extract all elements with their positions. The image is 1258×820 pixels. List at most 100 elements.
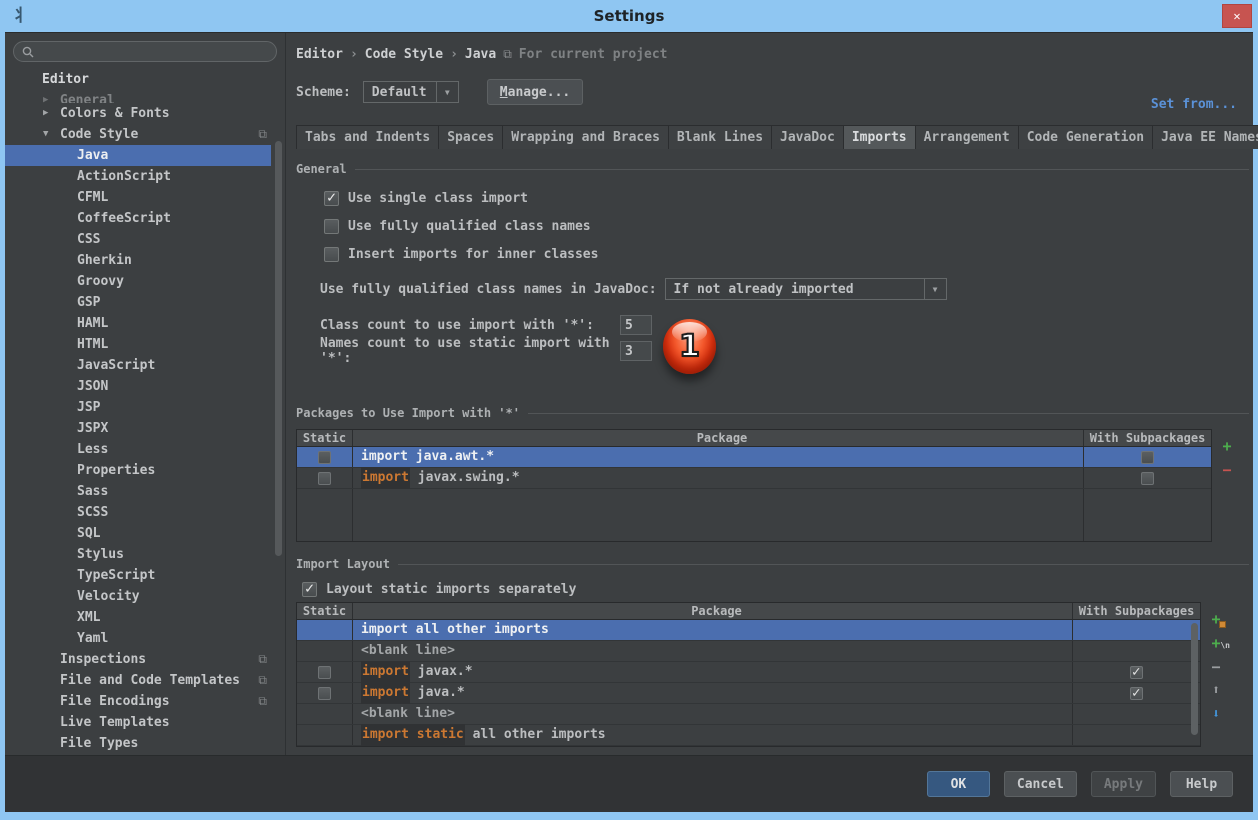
checkbox-unchecked-icon[interactable]	[1141, 451, 1154, 464]
tab-java-ee-names[interactable]: Java EE Names	[1153, 125, 1258, 149]
sidebar-item-json[interactable]: JSON	[5, 376, 285, 397]
table-row[interactable]: import javax.swing.*	[297, 468, 1211, 489]
table-row[interactable]: import java.awt.*	[297, 447, 1211, 468]
sidebar-scrollbar[interactable]	[275, 141, 282, 556]
sidebar-item-live-templates[interactable]: Live Templates	[5, 712, 285, 733]
names-count-field[interactable]	[620, 341, 652, 361]
checkbox-unchecked-icon[interactable]	[324, 219, 339, 234]
checkbox-unchecked-icon[interactable]	[318, 472, 331, 485]
sidebar-item-actionscript[interactable]: ActionScript	[5, 166, 285, 187]
column-header-static[interactable]: Static	[297, 430, 353, 446]
remove-icon[interactable]: −	[1219, 462, 1235, 478]
column-header-with-subpackages[interactable]: With Subpackages	[1084, 430, 1211, 446]
table-row[interactable]: import static all other imports	[297, 725, 1200, 746]
scheme-dropdown[interactable]: Default ▼	[363, 81, 459, 103]
manage-button[interactable]: Manage...	[487, 79, 583, 105]
close-window-button[interactable]: ✕	[1222, 4, 1252, 28]
checkbox-checked-icon[interactable]	[302, 582, 317, 597]
tab-wrapping-and-braces[interactable]: Wrapping and Braces	[503, 125, 669, 149]
table-row[interactable]: <blank line>	[297, 641, 1200, 662]
sidebar-item-coffeescript[interactable]: CoffeeScript	[5, 208, 285, 229]
sidebar-item-typescript[interactable]: TypeScript	[5, 565, 285, 586]
add-blank-line-icon[interactable]: +\n	[1208, 635, 1224, 651]
search-input[interactable]	[39, 44, 268, 59]
help-button[interactable]: Help	[1170, 771, 1233, 797]
sidebar-item-cfml[interactable]: CFML	[5, 187, 285, 208]
breadcrumb-editor[interactable]: Editor	[296, 47, 343, 62]
sidebar-item-inspections[interactable]: Inspections⧉	[5, 649, 285, 670]
search-box[interactable]	[13, 41, 277, 62]
move-up-icon[interactable]: ⬆	[1208, 683, 1224, 699]
tab-code-generation[interactable]: Code Generation	[1019, 125, 1153, 149]
sidebar-item-file-encodings[interactable]: File Encodings⧉	[5, 691, 285, 712]
sidebar-item-code-style[interactable]: ▼Code Style⧉	[5, 124, 285, 145]
static-cell	[297, 468, 353, 488]
sidebar-item-javascript[interactable]: JavaScript	[5, 355, 285, 376]
tab-arrangement[interactable]: Arrangement	[916, 125, 1019, 149]
ok-button[interactable]: OK	[927, 771, 990, 797]
tab-imports[interactable]: Imports	[844, 125, 916, 149]
sidebar-item-general[interactable]: ▶ General	[5, 90, 285, 103]
checkbox-unchecked-icon[interactable]	[318, 666, 331, 679]
sidebar-item-yaml[interactable]: Yaml	[5, 628, 285, 649]
column-header-package[interactable]: Package	[353, 603, 1073, 619]
column-header-with-subpackages[interactable]: With Subpackages	[1073, 603, 1200, 619]
sidebar-item-file-types[interactable]: File Types	[5, 733, 285, 754]
tab-blank-lines[interactable]: Blank Lines	[669, 125, 772, 149]
sidebar-item-less[interactable]: Less	[5, 439, 285, 460]
class-count-field[interactable]	[620, 315, 652, 335]
sidebar-item-stylus[interactable]: Stylus	[5, 544, 285, 565]
sidebar-item-groovy[interactable]: Groovy	[5, 271, 285, 292]
checkbox-insert-imports-for-inner-classes[interactable]: Insert imports for inner classes	[324, 245, 1253, 263]
checkbox-layout-static-imports-separately[interactable]: Layout static imports separately	[302, 580, 1253, 598]
packages-table: StaticPackageWith Subpackagesimport java…	[296, 429, 1212, 542]
sidebar-item-css[interactable]: CSS	[5, 229, 285, 250]
table-row[interactable]: <blank line>	[297, 704, 1200, 725]
table-row[interactable]: import java.*	[297, 683, 1200, 704]
checkbox-checked-icon[interactable]	[324, 191, 339, 206]
table-row[interactable]: import all other imports	[297, 620, 1200, 641]
set-from-link[interactable]: Set from...	[1151, 97, 1237, 112]
remove-icon[interactable]: −	[1208, 659, 1224, 675]
sidebar-item-java[interactable]: Java	[5, 145, 271, 166]
sidebar-item-haml[interactable]: HAML	[5, 313, 285, 334]
sidebar-item-properties[interactable]: Properties	[5, 460, 285, 481]
checkbox-unchecked-icon[interactable]	[318, 451, 331, 464]
sidebar-item-jspx[interactable]: JSPX	[5, 418, 285, 439]
sidebar-item-colors-fonts[interactable]: ▶Colors & Fonts	[5, 103, 285, 124]
checkbox-checked-icon[interactable]	[1130, 666, 1143, 679]
static-cell	[297, 662, 353, 682]
move-down-icon[interactable]: ⬇	[1208, 707, 1224, 723]
checkbox-use-single-class-import[interactable]: Use single class import	[324, 189, 1253, 207]
sidebar-item-gherkin[interactable]: Gherkin	[5, 250, 285, 271]
javadoc-dropdown[interactable]: If not already imported ▼	[665, 278, 947, 300]
sidebar-item-sql[interactable]: SQL	[5, 523, 285, 544]
table-scrollbar[interactable]	[1191, 623, 1198, 735]
sidebar-item-file-and-code-templates[interactable]: File and Code Templates⧉	[5, 670, 285, 691]
checkbox-unchecked-icon[interactable]	[324, 247, 339, 262]
sidebar-item-gsp[interactable]: GSP	[5, 292, 285, 313]
tab-tabs-and-indents[interactable]: Tabs and Indents	[296, 125, 439, 149]
checkbox-checked-icon[interactable]	[1130, 687, 1143, 700]
cancel-button[interactable]: Cancel	[1004, 771, 1077, 797]
table-row[interactable]: import javax.*	[297, 662, 1200, 683]
column-header-static[interactable]: Static	[297, 603, 353, 619]
tab-spaces[interactable]: Spaces	[439, 125, 503, 149]
sidebar-item-label: Colors & Fonts	[60, 103, 170, 124]
sidebar-item-jsp[interactable]: JSP	[5, 397, 285, 418]
checkbox-unchecked-icon[interactable]	[1141, 472, 1154, 485]
with-subpackages-cell	[1073, 704, 1200, 724]
checkbox-unchecked-icon[interactable]	[318, 687, 331, 700]
sidebar-item-sass[interactable]: Sass	[5, 481, 285, 502]
column-header-package[interactable]: Package	[353, 430, 1084, 446]
sidebar-item-velocity[interactable]: Velocity	[5, 586, 285, 607]
sidebar-item-scss[interactable]: SCSS	[5, 502, 285, 523]
checkbox-use-fully-qualified-class-names[interactable]: Use fully qualified class names	[324, 217, 1253, 235]
breadcrumb-java[interactable]: Java	[465, 47, 496, 62]
breadcrumb-code-style[interactable]: Code Style	[365, 47, 443, 62]
tab-javadoc[interactable]: JavaDoc	[772, 125, 844, 149]
sidebar-item-html[interactable]: HTML	[5, 334, 285, 355]
add-package-icon[interactable]: +	[1208, 611, 1224, 627]
add-icon[interactable]: +	[1219, 438, 1235, 454]
sidebar-item-xml[interactable]: XML	[5, 607, 285, 628]
